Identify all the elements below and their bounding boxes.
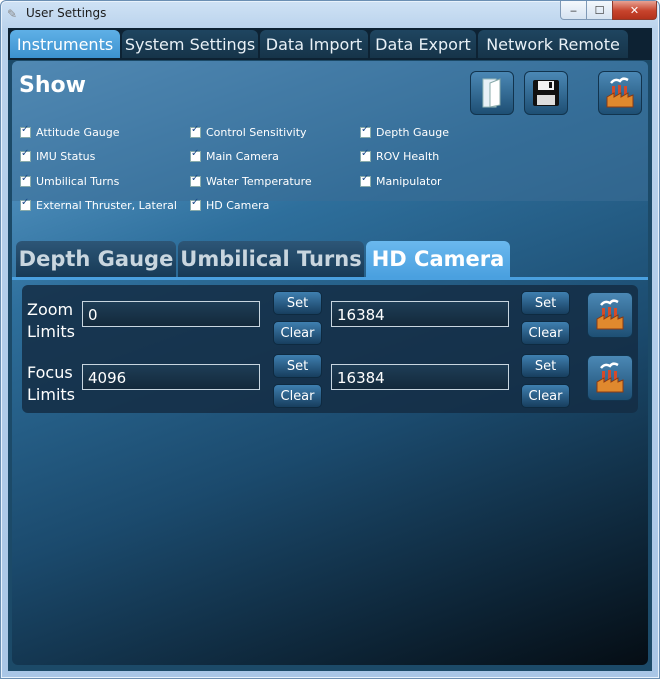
maximize-icon: ☐ (594, 3, 605, 17)
checkbox-box[interactable] (360, 124, 371, 138)
factory-icon (596, 362, 624, 393)
checkbox-main-camera[interactable]: Main Camera (190, 148, 279, 163)
maximize-button[interactable]: ☐ (586, 1, 613, 20)
checkbox-label: ROV Health (376, 150, 440, 163)
checkbox-label: Umbilical Turns (36, 175, 120, 188)
zoom-max-clear-button[interactable]: Clear (521, 321, 570, 345)
checkbox-external-thruster-lateral[interactable]: External Thruster, Lateral (20, 197, 177, 212)
checkbox-box[interactable] (20, 173, 31, 187)
show-heading: Show (19, 73, 86, 98)
focus-defaults-button[interactable] (587, 355, 633, 401)
tab-depth-gauge[interactable]: Depth Gauge (16, 241, 176, 277)
focus-max-field[interactable]: 16384 (331, 364, 509, 390)
focus-limits-label: Focus Limits (27, 363, 75, 404)
zoom-min-clear-button[interactable]: Clear (273, 321, 322, 345)
checkbox-label: Main Camera (206, 150, 279, 163)
window-title: User Settings (26, 6, 107, 20)
minimize-icon: ‒ (570, 3, 577, 17)
focus-min-clear-button[interactable]: Clear (273, 384, 322, 408)
show-section: Show ✓ Attitude Gauge ✓ IMU Status ✓ Umb… (12, 61, 648, 212)
zoom-min-field[interactable]: 0 (82, 301, 260, 327)
checkbox-depth-gauge[interactable]: Depth Gauge (360, 124, 449, 139)
client-area: Instruments System Settings Data Import … (8, 28, 652, 671)
checkbox-umbilical-turns[interactable]: Umbilical Turns (20, 173, 120, 188)
document-icon (482, 78, 501, 108)
zoom-max-set-button[interactable]: Set (521, 291, 570, 315)
tab-system-settings[interactable]: System Settings (122, 30, 258, 58)
zoom-defaults-button[interactable] (587, 292, 633, 338)
hd-camera-settings: Zoom Limits 0 Set Clear 16384 Set Clear (22, 285, 638, 413)
instrument-sub-tabs: Depth Gauge Umbilical Turns HD Camera (12, 239, 648, 277)
checkbox-manipulator[interactable]: Manipulator (360, 173, 442, 188)
save-button[interactable] (524, 71, 568, 115)
checkbox-water-temperature[interactable]: Water Temperature (190, 173, 312, 188)
tab-hd-camera[interactable]: HD Camera (366, 241, 510, 277)
factory-icon (606, 77, 634, 108)
checkbox-attitude-gauge[interactable]: Attitude Gauge (20, 124, 120, 139)
checkbox-label: Attitude Gauge (36, 126, 120, 139)
checkbox-box[interactable] (20, 197, 31, 211)
checkbox-label: Control Sensitivity (206, 126, 307, 139)
checkbox-label: Depth Gauge (376, 126, 449, 139)
factory-icon (596, 299, 624, 330)
open-button[interactable] (470, 71, 514, 115)
tab-network-remote[interactable]: Network Remote (478, 30, 628, 58)
instruments-panel: Show ✓ Attitude Gauge ✓ IMU Status ✓ Umb… (12, 61, 648, 665)
checkbox-hd-camera[interactable]: HD Camera (190, 197, 270, 212)
tab-umbilical-turns[interactable]: Umbilical Turns (178, 241, 364, 277)
focus-max-clear-button[interactable]: Clear (521, 384, 570, 408)
checkbox-box[interactable] (20, 148, 31, 162)
checkbox-box[interactable] (190, 124, 201, 138)
checkbox-box[interactable] (360, 173, 371, 187)
checkbox-label: External Thruster, Lateral (36, 199, 177, 212)
close-icon: ✕ (629, 3, 640, 17)
zoom-limits-label: Zoom Limits (27, 300, 75, 341)
main-tab-strip: Instruments System Settings Data Import … (8, 28, 652, 60)
checkbox-label: IMU Status (36, 150, 96, 163)
app-icon: ✎ (7, 7, 18, 21)
sub-tab-underline (12, 277, 648, 280)
checkbox-box[interactable] (190, 197, 201, 211)
minimize-button[interactable]: ‒ (560, 1, 587, 20)
checkbox-label: Manipulator (376, 175, 442, 188)
checkbox-box[interactable] (360, 148, 371, 162)
close-button[interactable]: ✕ (612, 1, 657, 20)
checkbox-control-sensitivity[interactable]: Control Sensitivity (190, 124, 307, 139)
tab-instruments[interactable]: Instruments (10, 30, 120, 58)
checkbox-imu-status[interactable]: IMU Status (20, 148, 96, 163)
focus-min-set-button[interactable]: Set (273, 354, 322, 378)
floppy-disk-icon (533, 80, 559, 106)
focus-max-set-button[interactable]: Set (521, 354, 570, 378)
checkbox-box[interactable] (190, 173, 201, 187)
title-bar[interactable]: ✎ User Settings ‒ ☐ ✕ (1, 1, 659, 27)
checkbox-rov-health[interactable]: ROV Health (360, 148, 440, 163)
factory-defaults-button[interactable] (598, 71, 642, 115)
user-settings-window: ✎ User Settings ‒ ☐ ✕ Instruments System… (0, 0, 660, 679)
checkbox-box[interactable] (20, 124, 31, 138)
checkbox-box[interactable] (190, 148, 201, 162)
tab-data-import[interactable]: Data Import (260, 30, 368, 58)
checkbox-label: Water Temperature (206, 175, 312, 188)
zoom-min-set-button[interactable]: Set (273, 291, 322, 315)
checkbox-label: HD Camera (206, 199, 270, 212)
focus-min-field[interactable]: 4096 (82, 364, 260, 390)
zoom-max-field[interactable]: 16384 (331, 301, 509, 327)
tab-data-export[interactable]: Data Export (370, 30, 476, 58)
